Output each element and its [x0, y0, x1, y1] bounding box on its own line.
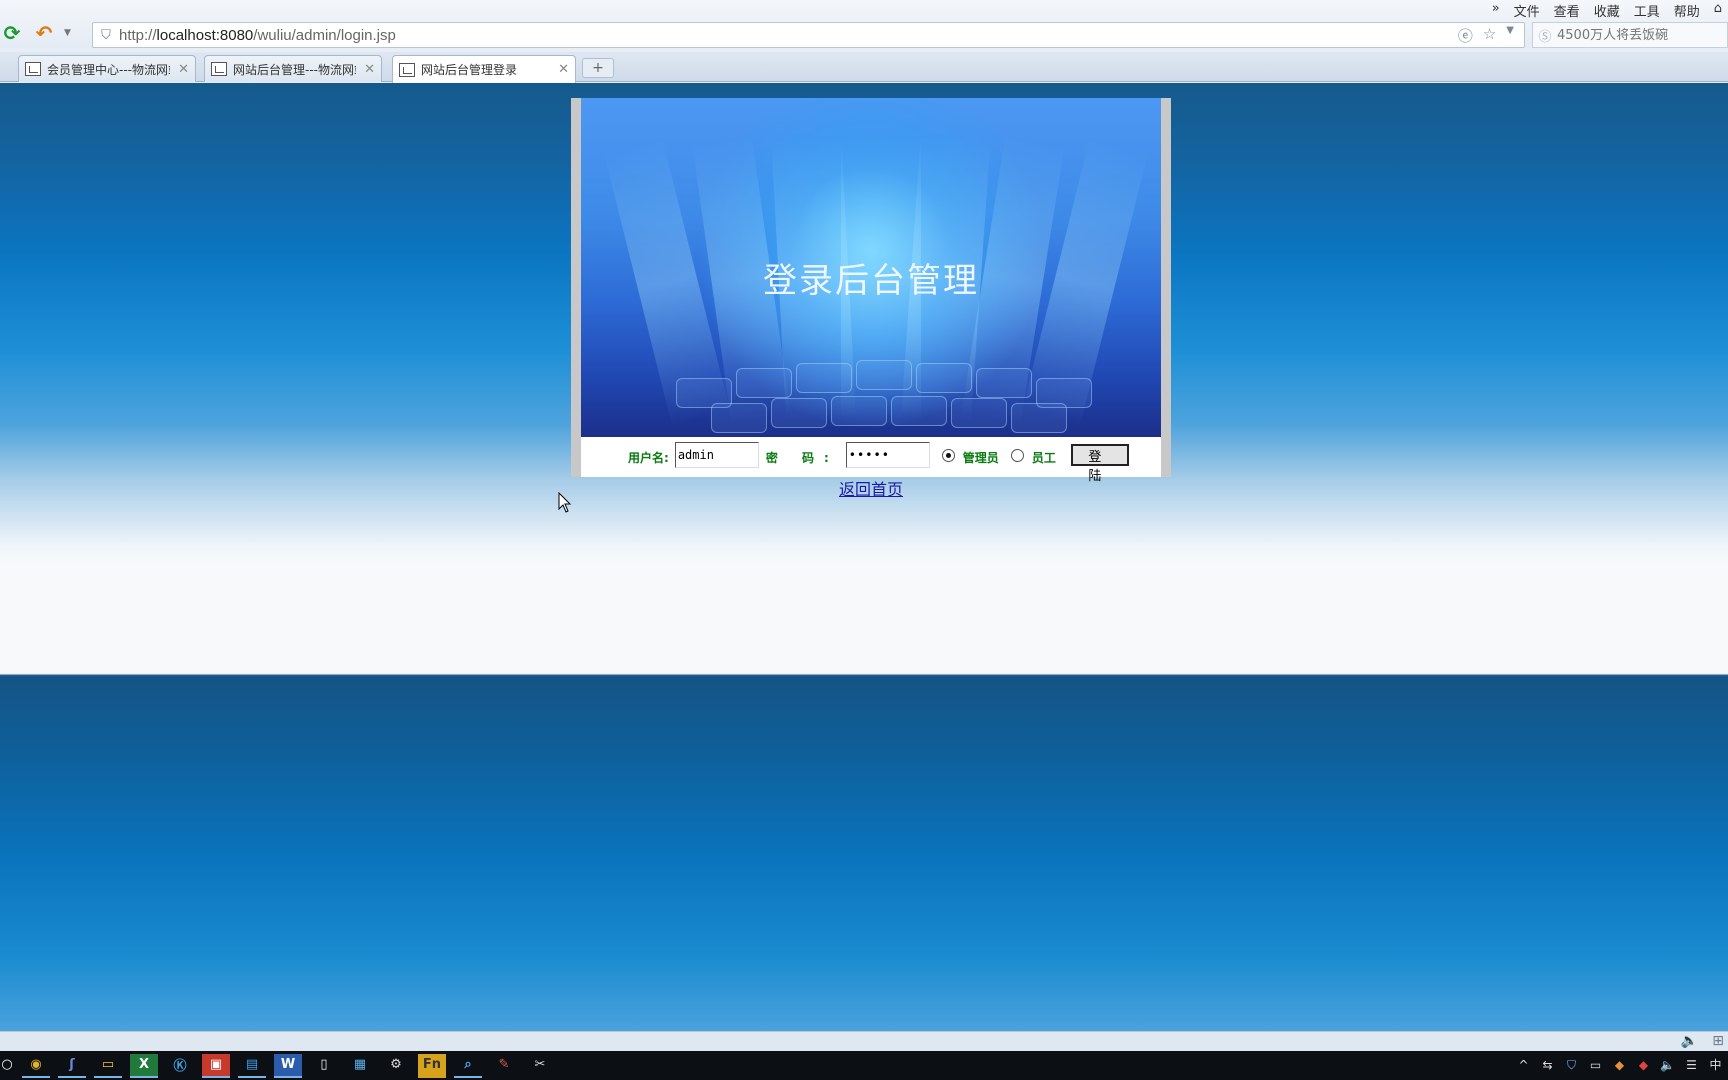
- browser-toolbar: » 文件 查看 收藏 工具 帮助 ⌂ ⟳ ↶ ▼ ⛉ http://localh…: [0, 0, 1728, 48]
- shield-icon: ⛉: [101, 27, 111, 43]
- username-label: 用户名:: [628, 450, 669, 465]
- login-banner: 登录后台管理: [581, 98, 1161, 437]
- tab-bar: 会员管理中心---物流网站 ✕ 网站后台管理---物流网站 ✕ 网站后台管理登录…: [0, 52, 1728, 83]
- tab-admin-panel[interactable]: 网站后台管理---物流网站 ✕: [204, 55, 382, 82]
- refresh-icon[interactable]: ⟳: [0, 21, 24, 45]
- cortana-icon[interactable]: ○: [0, 1054, 14, 1078]
- app-tray-icon[interactable]: ◆: [1611, 1057, 1628, 1074]
- volume-icon[interactable]: 🔈: [1659, 1057, 1676, 1074]
- url-text[interactable]: http://localhost:8080/wuliu/admin/login.…: [119, 27, 1458, 44]
- url-actions: ⓔ ☆ ▼: [1458, 25, 1524, 46]
- app-tray-icon[interactable]: ◆: [1635, 1057, 1652, 1074]
- app-blue-icon[interactable]: ▤: [238, 1054, 266, 1078]
- ie-compat-icon[interactable]: ⓔ: [1458, 25, 1473, 46]
- tab-admin-login[interactable]: 网站后台管理登录 ✕: [392, 55, 576, 83]
- page-title: 登录后台管理: [763, 261, 979, 301]
- search-input[interactable]: [1557, 27, 1717, 43]
- k-icon[interactable]: Ⓚ: [166, 1054, 194, 1078]
- app-pencil-icon[interactable]: ✎: [490, 1054, 518, 1078]
- network-icon[interactable]: ⇆: [1539, 1057, 1556, 1074]
- menu-help[interactable]: 帮助: [1674, 1, 1700, 20]
- notification-icon[interactable]: ☰: [1683, 1057, 1700, 1074]
- excel-icon[interactable]: X: [130, 1053, 158, 1078]
- username-field[interactable]: [674, 442, 759, 468]
- taskbar: ○ ◉ ʃ ▭ X Ⓚ ▣ ▤ W ▯ ▦ ⚙ Fn ⌕ ✎ ✂ ^ ⇆ ⛉ ▭…: [0, 1051, 1728, 1080]
- tab-member-center[interactable]: 会员管理中心---物流网站 ✕: [18, 55, 196, 82]
- role-admin-radio[interactable]: [941, 449, 955, 462]
- volume-icon[interactable]: 🔈: [1681, 1033, 1698, 1049]
- chevron-down-icon[interactable]: ▼: [64, 28, 74, 38]
- status-bar: 🔈 ⊞: [0, 1031, 1728, 1051]
- browser-menu: » 文件 查看 收藏 工具 帮助 ⌂: [1492, 1, 1722, 20]
- menu-favorites[interactable]: 收藏: [1594, 1, 1620, 20]
- ime-indicator[interactable]: 中: [1707, 1057, 1724, 1074]
- shield-icon[interactable]: ⛉: [1563, 1057, 1580, 1074]
- login-panel: 登录后台管理 用户名: 密 码: 管理员 员工 登 陆: [571, 98, 1171, 483]
- password-field[interactable]: [845, 442, 930, 468]
- close-icon[interactable]: ✕: [178, 62, 189, 77]
- settings-icon[interactable]: ⚙: [382, 1054, 410, 1078]
- zoom-icon[interactable]: ⊞: [1712, 1033, 1724, 1049]
- menu-view[interactable]: 查看: [1554, 1, 1580, 20]
- role-staff-label[interactable]: 员工: [1032, 449, 1056, 466]
- login-form: 用户名: 密 码: 管理员 员工 登 陆: [581, 437, 1161, 483]
- app-window-icon[interactable]: ▦: [346, 1054, 374, 1078]
- page-viewport: 登录后台管理 用户名: 密 码: 管理员 员工 登 陆 返回首页: [0, 83, 1728, 1031]
- word-icon[interactable]: W: [274, 1053, 302, 1078]
- back-home-link[interactable]: 返回首页: [839, 476, 903, 500]
- status-icons: 🔈 ⊞: [1681, 1033, 1724, 1049]
- page-icon: [211, 62, 227, 76]
- display-icon[interactable]: ▭: [1587, 1057, 1604, 1074]
- explorer-icon[interactable]: ▭: [94, 1054, 122, 1078]
- password-label: 密 码:: [765, 450, 839, 465]
- login-button[interactable]: 登 陆: [1070, 444, 1129, 483]
- chrome-icon[interactable]: ◉: [22, 1054, 50, 1078]
- app-yellow-icon[interactable]: Fn: [418, 1053, 446, 1078]
- chevron-up-icon[interactable]: ^: [1515, 1057, 1532, 1074]
- search-box[interactable]: Ⓢ: [1532, 22, 1728, 48]
- address-bar[interactable]: ⛉ http://localhost:8080/wuliu/admin/logi…: [92, 22, 1525, 48]
- new-tab-button[interactable]: +: [582, 58, 614, 78]
- role-admin-label[interactable]: 管理员: [963, 449, 999, 466]
- menu-more[interactable]: »: [1492, 1, 1500, 20]
- menu-file[interactable]: 文件: [1514, 1, 1540, 20]
- menu-tools[interactable]: 工具: [1634, 1, 1660, 20]
- app-doc-icon[interactable]: ▯: [310, 1054, 338, 1078]
- undo-icon[interactable]: ↶: [32, 21, 56, 45]
- system-tray: ^ ⇆ ⛉ ▭ ◆ ◆ 🔈 ☰ 中: [1515, 1051, 1728, 1080]
- close-icon[interactable]: ✕: [364, 62, 375, 77]
- search-engine-icon[interactable]: Ⓢ: [1533, 26, 1557, 45]
- role-staff-radio[interactable]: [1010, 449, 1024, 462]
- page-icon: [399, 62, 415, 77]
- app-red-icon[interactable]: ▣: [202, 1053, 230, 1078]
- page-icon: [25, 62, 41, 76]
- star-icon[interactable]: ☆: [1483, 25, 1496, 46]
- close-icon[interactable]: ✕: [558, 62, 569, 77]
- search-app-icon[interactable]: ⌕: [454, 1054, 482, 1078]
- shirt-icon[interactable]: ⌂: [1714, 1, 1722, 20]
- chevron-down-icon[interactable]: ▼: [1506, 25, 1514, 46]
- app-tool-icon[interactable]: ✂: [526, 1054, 554, 1078]
- eclipse-icon[interactable]: ʃ: [58, 1054, 86, 1078]
- nav-buttons: ⟳ ↶ ▼: [0, 21, 74, 45]
